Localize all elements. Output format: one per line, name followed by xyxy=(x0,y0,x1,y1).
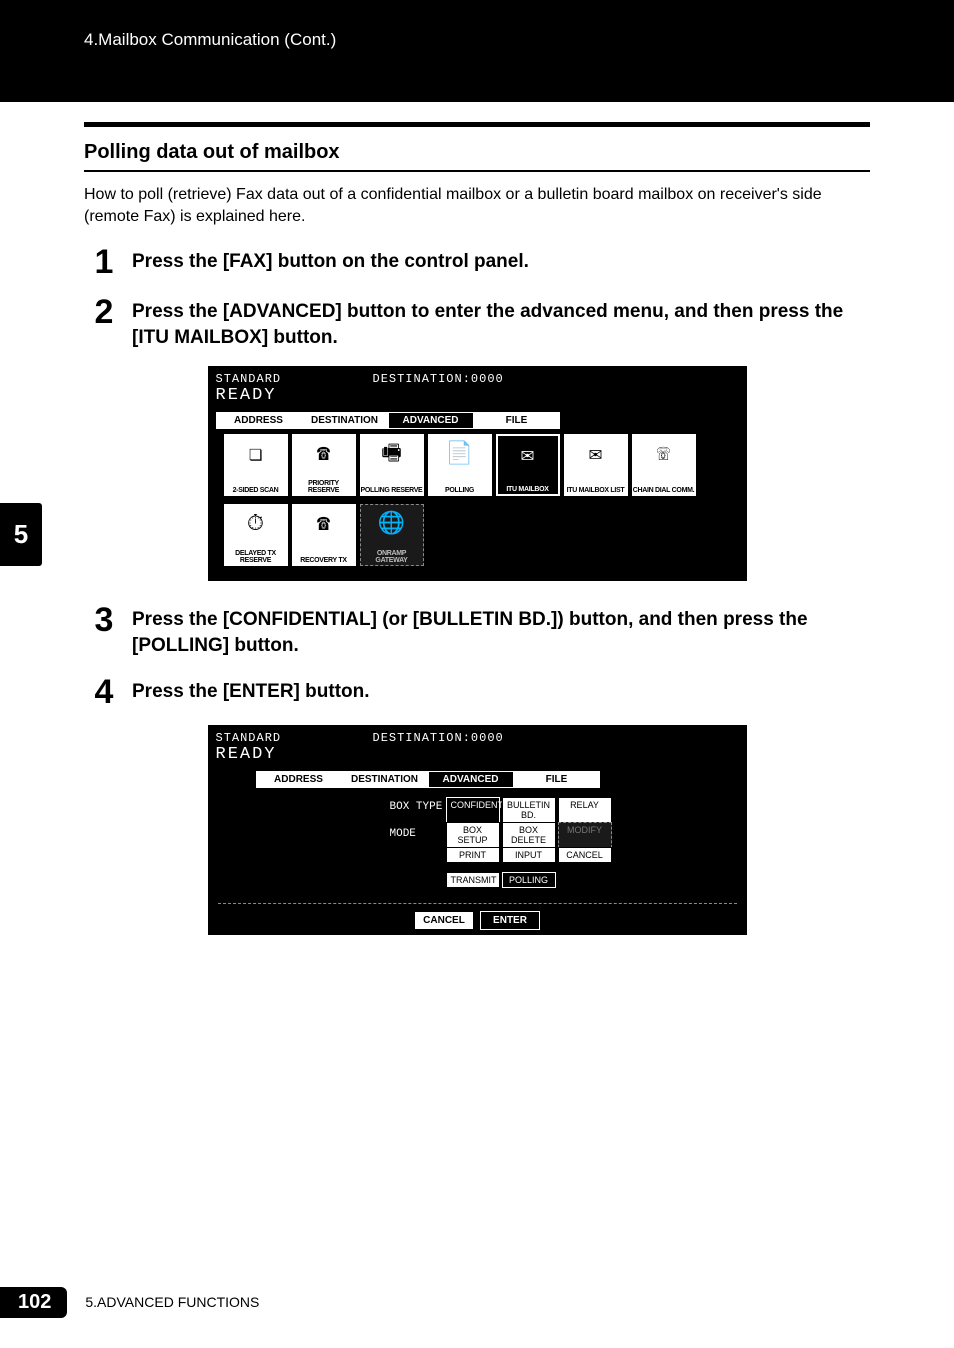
tab-advanced[interactable]: ADVANCED xyxy=(388,412,474,429)
cancel-button[interactable]: CANCEL xyxy=(558,847,612,863)
delayed-tx-reserve-label: DELAYED TX RESERVE xyxy=(225,550,287,564)
step-text: Press the [ADVANCED] button to enter the… xyxy=(132,295,870,350)
lcd-destination-counter: DESTINATION:0000 xyxy=(373,731,504,745)
input-button[interactable]: INPUT xyxy=(502,847,556,863)
transmit-button[interactable]: TRANSMIT xyxy=(446,872,500,888)
polling-button[interactable]: POLLING xyxy=(502,872,556,888)
modify-button: MODIFY xyxy=(558,822,612,848)
tab-address[interactable]: ADDRESS xyxy=(216,412,302,429)
polling-button[interactable]: 📄 POLLING xyxy=(428,434,492,496)
chapter-number: 5 xyxy=(14,519,28,550)
lcd-ready: READY xyxy=(216,386,277,405)
two-sided-scan-label: 2-SIDED SCAN xyxy=(225,487,287,494)
cancel-bottom-button[interactable]: CANCEL xyxy=(414,911,474,930)
footer-text: 5.ADVANCED FUNCTIONS xyxy=(85,1294,259,1310)
itu-mailbox-list-label: ITU MAILBOX LIST xyxy=(565,487,627,494)
itu-mailbox-button[interactable]: ✉ ITU MAILBOX xyxy=(496,434,560,496)
lcd-divider xyxy=(218,903,737,904)
relay-button[interactable]: RELAY xyxy=(558,797,612,823)
step-4: 4 Press the [ENTER] button. xyxy=(84,675,870,709)
onramp-gateway-label: ONRAMP GATEWAY xyxy=(361,550,423,564)
lcd-standard: STANDARD xyxy=(216,731,282,745)
lcd-screenshot-itu-mailbox: STANDARD DESTINATION:0000 READY ADDRESS … xyxy=(208,725,747,935)
polling-reserve-icon: 🖷 xyxy=(361,444,423,466)
recovery-tx-label: RECOVERY TX xyxy=(293,557,355,564)
bulletin-bd-button[interactable]: BULLETIN BD. xyxy=(502,797,556,823)
itu-mailbox-label: ITU MAILBOX xyxy=(498,486,558,493)
step-1: 1 Press the [FAX] button on the control … xyxy=(84,245,870,279)
step-text: Press the [FAX] button on the control pa… xyxy=(132,245,529,275)
lcd-tabs: ADDRESS DESTINATION ADVANCED FILE xyxy=(216,412,560,429)
onramp-gateway-button[interactable]: 🌐 ONRAMP GATEWAY xyxy=(360,504,424,566)
lcd-ready: READY xyxy=(216,745,277,764)
step-2: 2 Press the [ADVANCED] button to enter t… xyxy=(84,295,870,350)
recovery-tx-button[interactable]: ☎ RECOVERY TX xyxy=(292,504,356,566)
chain-dial-comm-icon: ☏ xyxy=(633,444,695,466)
lcd-tabs: ADDRESS DESTINATION ADVANCED FILE xyxy=(256,771,600,788)
lcd-destination-counter: DESTINATION:0000 xyxy=(373,372,504,386)
polling-reserve-label: POLLING RESERVE xyxy=(361,487,423,494)
tab-destination[interactable]: DESTINATION xyxy=(342,771,428,788)
priority-reserve-label: PRIORITY RESERVE xyxy=(293,480,355,494)
chain-dial-comm-label: CHAIN DIAL COMM. xyxy=(633,487,695,494)
step-text: Press the [ENTER] button. xyxy=(132,675,370,705)
polling-icon: 📄 xyxy=(429,444,491,466)
priority-reserve-icon: ☎ xyxy=(293,444,355,466)
label-mode: MODE xyxy=(390,828,416,840)
two-sided-scan-button[interactable]: ❏ 2-SIDED SCAN xyxy=(224,434,288,496)
breadcrumb: 4.Mailbox Communication (Cont.) xyxy=(84,30,336,49)
lcd-screenshot-advanced: STANDARD DESTINATION:0000 READY ADDRESS … xyxy=(208,366,747,581)
step-3: 3 Press the [CONFIDENTIAL] (or [BULLETIN… xyxy=(84,603,870,658)
print-button[interactable]: PRINT xyxy=(446,847,500,863)
itu-mailbox-list-button[interactable]: ✉ ITU MAILBOX LIST xyxy=(564,434,628,496)
box-setup-button[interactable]: BOX SETUP xyxy=(446,822,500,848)
section-title: Polling data out of mailbox xyxy=(84,141,870,172)
two-sided-scan-icon: ❏ xyxy=(225,444,287,466)
page-footer: 102 5.ADVANCED FUNCTIONS xyxy=(0,1284,954,1320)
top-header-band: 4.Mailbox Communication (Cont.) xyxy=(0,0,954,102)
delayed-tx-reserve-button[interactable]: ⏱ DELAYED TX RESERVE xyxy=(224,504,288,566)
tab-file[interactable]: FILE xyxy=(474,412,560,429)
tab-file[interactable]: FILE xyxy=(514,771,600,788)
box-delete-button[interactable]: BOX DELETE xyxy=(502,822,556,848)
page-number: 102 xyxy=(0,1287,67,1318)
enter-button[interactable]: ENTER xyxy=(480,911,540,930)
confidential-button[interactable]: CONFIDENTIAL xyxy=(446,797,500,823)
priority-reserve-button[interactable]: ☎ PRIORITY RESERVE xyxy=(292,434,356,496)
step-text: Press the [CONFIDENTIAL] (or [BULLETIN B… xyxy=(132,603,870,658)
step-number: 1 xyxy=(84,245,124,279)
onramp-gateway-icon: 🌐 xyxy=(361,514,423,536)
delayed-tx-reserve-icon: ⏱ xyxy=(225,514,287,536)
step-number: 2 xyxy=(84,295,124,329)
lcd-standard: STANDARD xyxy=(216,372,282,386)
top-rule xyxy=(84,122,870,127)
section-intro: How to poll (retrieve) Fax data out of a… xyxy=(84,184,870,227)
label-box-type: BOX TYPE xyxy=(390,801,443,813)
polling-label: POLLING xyxy=(429,487,491,494)
itu-mailbox-list-icon: ✉ xyxy=(565,444,627,466)
polling-reserve-button[interactable]: 🖷 POLLING RESERVE xyxy=(360,434,424,496)
tab-advanced[interactable]: ADVANCED xyxy=(428,771,514,788)
recovery-tx-icon: ☎ xyxy=(293,514,355,536)
tab-destination[interactable]: DESTINATION xyxy=(302,412,388,429)
chapter-side-tab: 5 xyxy=(0,503,42,566)
step-number: 3 xyxy=(84,603,124,637)
chain-dial-comm-button[interactable]: ☏ CHAIN DIAL COMM. xyxy=(632,434,696,496)
step-number: 4 xyxy=(84,675,124,709)
tab-address[interactable]: ADDRESS xyxy=(256,771,342,788)
itu-mailbox-icon: ✉ xyxy=(498,445,558,467)
